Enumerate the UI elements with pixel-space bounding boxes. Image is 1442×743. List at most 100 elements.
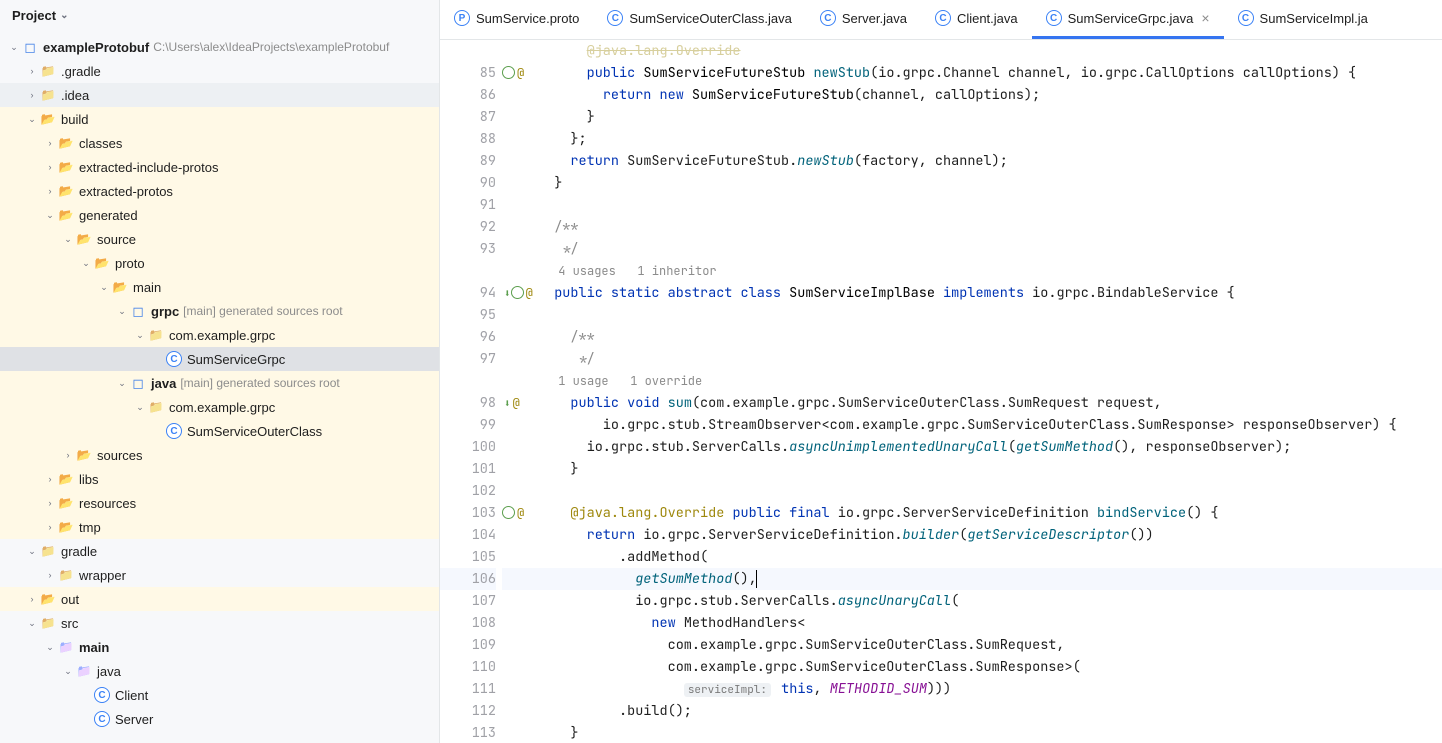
usage-hint[interactable]: 1 usage 1 override (538, 370, 1442, 392)
tree-item[interactable]: ⌄source (0, 227, 439, 251)
override-down-icon[interactable]: ⬇ (502, 393, 511, 415)
code-line[interactable]: com.example.grpc.SumServiceOuterClass.Su… (538, 634, 1442, 656)
line-number[interactable]: 112 (454, 700, 496, 722)
tree-item[interactable]: ›resources (0, 491, 439, 515)
chevron-down-icon[interactable]: ⌄ (98, 281, 110, 293)
project-tree[interactable]: ⌄ exampleProtobuf C:\Users\alex\IdeaProj… (0, 31, 439, 743)
editor-tab[interactable]: Client.java (921, 0, 1032, 39)
tree-item[interactable]: ⌄java[main] generated sources root (0, 371, 439, 395)
project-tool-header[interactable]: Project ⌄ (0, 0, 439, 31)
chevron-right-icon[interactable]: › (44, 137, 56, 149)
line-number[interactable]: 94 (454, 282, 496, 304)
code-line[interactable]: } (538, 458, 1442, 480)
tree-item[interactable]: ›classes (0, 131, 439, 155)
tree-item[interactable]: CSumServiceGrpc (0, 347, 439, 371)
line-number[interactable]: 95 (454, 304, 496, 326)
tree-item[interactable]: ⌄com.example.grpc (0, 395, 439, 419)
line-number[interactable]: 104 (454, 524, 496, 546)
line-number[interactable]: 97 (454, 348, 496, 370)
chevron-down-icon[interactable]: ⌄ (62, 233, 74, 245)
line-number[interactable]: 91 (454, 194, 496, 216)
tree-item[interactable]: ›libs (0, 467, 439, 491)
tree-item[interactable]: ›wrapper (0, 563, 439, 587)
tree-item[interactable]: ›out (0, 587, 439, 611)
tree-item[interactable]: ›.gradle (0, 59, 439, 83)
code-line[interactable] (538, 480, 1442, 502)
line-number[interactable]: 109 (454, 634, 496, 656)
code-line[interactable]: getSumMethod(), (538, 568, 1442, 590)
code-line[interactable]: } (538, 722, 1442, 743)
override-down-icon[interactable]: ⬇ (502, 283, 511, 305)
annotation-icon[interactable]: @ (524, 282, 533, 304)
editor-tab[interactable]: SumServiceGrpc.java× (1032, 0, 1224, 39)
tree-root[interactable]: ⌄ exampleProtobuf C:\Users\alex\IdeaProj… (0, 35, 439, 59)
tree-item[interactable]: ⌄grpc[main] generated sources root (0, 299, 439, 323)
tree-item[interactable]: ⌄main (0, 275, 439, 299)
line-number[interactable]: 103 (454, 502, 496, 524)
tree-item[interactable]: ›.idea (0, 83, 439, 107)
code-line[interactable]: io.grpc.stub.StreamObserver<com.example.… (538, 414, 1442, 436)
chevron-right-icon[interactable]: › (44, 161, 56, 173)
annotation-icon[interactable]: @ (515, 502, 524, 524)
code-line[interactable]: new MethodHandlers< (538, 612, 1442, 634)
code-line[interactable]: com.example.grpc.SumServiceOuterClass.Su… (538, 656, 1442, 678)
chevron-right-icon[interactable]: › (44, 473, 56, 485)
code-line[interactable] (538, 194, 1442, 216)
line-number[interactable]: 111 (454, 678, 496, 700)
line-number[interactable]: 99 (454, 414, 496, 436)
tree-item[interactable]: ›sources (0, 443, 439, 467)
line-number[interactable]: 108 (454, 612, 496, 634)
code-line[interactable]: public static abstract class SumServiceI… (538, 282, 1442, 304)
code-line[interactable]: return SumServiceFutureStub.newStub(fact… (538, 150, 1442, 172)
tree-item[interactable]: ›tmp (0, 515, 439, 539)
tree-item[interactable]: ⌄proto (0, 251, 439, 275)
code-line[interactable]: /** (538, 216, 1442, 238)
tree-item[interactable]: CClient (0, 683, 439, 707)
chevron-down-icon[interactable]: ⌄ (134, 401, 146, 413)
code-editor[interactable]: 8485868788899091929394959697989910010110… (440, 40, 1442, 743)
tree-item[interactable]: ›extracted-protos (0, 179, 439, 203)
line-number[interactable]: 93 (454, 238, 496, 260)
chevron-down-icon[interactable]: ⌄ (8, 41, 20, 53)
chevron-down-icon[interactable]: ⌄ (116, 377, 128, 389)
tree-item[interactable]: ›extracted-include-protos (0, 155, 439, 179)
annotation-icon[interactable]: @ (511, 392, 520, 414)
chevron-down-icon[interactable]: ⌄ (26, 617, 38, 629)
code-line[interactable]: public void sum(com.example.grpc.SumServ… (538, 392, 1442, 414)
code-line[interactable]: io.grpc.stub.ServerCalls.asyncUnimplemen… (538, 436, 1442, 458)
impl-icon[interactable] (511, 286, 524, 299)
code-line[interactable]: @java.lang.Override public final io.grpc… (538, 502, 1442, 524)
chevron-right-icon[interactable]: › (26, 89, 38, 101)
tree-item[interactable]: ⌄src (0, 611, 439, 635)
chevron-down-icon[interactable]: ⌄ (26, 113, 38, 125)
line-number[interactable]: 85 (454, 62, 496, 84)
chevron-down-icon[interactable]: ⌄ (80, 257, 92, 269)
tree-item[interactable]: ⌄main (0, 635, 439, 659)
line-number[interactable]: 101 (454, 458, 496, 480)
tree-item[interactable]: ⌄java (0, 659, 439, 683)
code-line[interactable]: io.grpc.stub.ServerCalls.asyncUnaryCall( (538, 590, 1442, 612)
line-number[interactable]: 89 (454, 150, 496, 172)
annotation-gutter[interactable]: @⬇@⬇@@ (502, 40, 538, 743)
code-line[interactable]: }; (538, 128, 1442, 150)
line-number[interactable]: 100 (454, 436, 496, 458)
line-number[interactable]: 90 (454, 172, 496, 194)
code-line[interactable] (538, 304, 1442, 326)
tree-item[interactable]: ⌄gradle (0, 539, 439, 563)
code-line[interactable]: } (538, 106, 1442, 128)
chevron-right-icon[interactable]: › (26, 65, 38, 77)
editor-tab[interactable]: SumServiceImpl.ja (1224, 0, 1382, 39)
code-line[interactable]: return io.grpc.ServerServiceDefinition.b… (538, 524, 1442, 546)
editor-tab[interactable]: Server.java (806, 0, 921, 39)
line-number[interactable]: 107 (454, 590, 496, 612)
line-number[interactable]: 102 (454, 480, 496, 502)
code-line[interactable]: */ (538, 238, 1442, 260)
chevron-right-icon[interactable]: › (62, 449, 74, 461)
chevron-down-icon[interactable]: ⌄ (62, 665, 74, 677)
annotation-icon[interactable]: @ (515, 62, 524, 84)
editor-tab[interactable]: SumService.proto (440, 0, 593, 39)
chevron-down-icon[interactable]: ⌄ (44, 209, 56, 221)
chevron-down-icon[interactable]: ⌄ (116, 305, 128, 317)
chevron-right-icon[interactable]: › (44, 569, 56, 581)
editor-tab[interactable]: SumServiceOuterClass.java (593, 0, 806, 39)
